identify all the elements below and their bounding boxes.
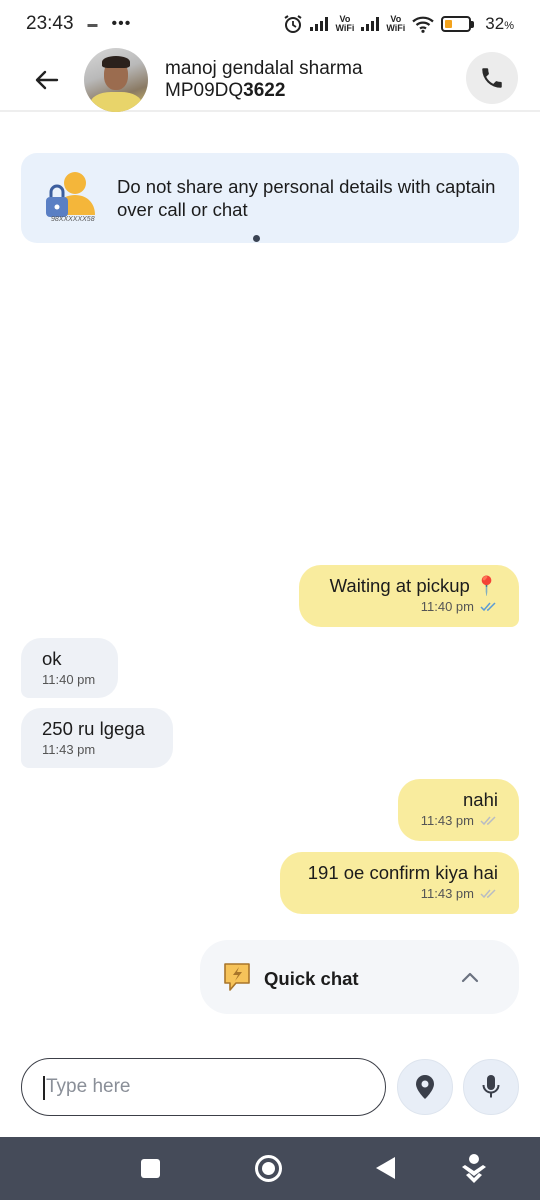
sent-double-tick-icon xyxy=(480,888,496,898)
chat-header: manoj gendalal sharma MP09DQ3622 xyxy=(0,48,540,112)
location-pin-icon xyxy=(416,1075,434,1099)
notification-icon: ▬ xyxy=(87,18,98,30)
banner-page-indicator xyxy=(253,235,260,242)
message-time: 11:40 pm xyxy=(420,599,474,614)
message-time: 11:43 pm xyxy=(42,742,96,757)
message-time: 11:43 pm xyxy=(420,813,474,828)
back-button[interactable] xyxy=(30,64,64,96)
quick-chat-label: Quick chat xyxy=(264,968,359,989)
message-input[interactable] xyxy=(46,1059,366,1115)
quick-chat-toggle[interactable]: Quick chat xyxy=(200,940,519,1014)
message-text: ok xyxy=(42,648,62,669)
message-text: nahi xyxy=(463,789,498,810)
recents-button[interactable] xyxy=(141,1159,160,1178)
sent-double-tick-icon xyxy=(480,815,496,825)
vehicle-number: MP09DQ3622 xyxy=(165,80,286,101)
microphone-icon xyxy=(482,1075,500,1098)
message-text: Waiting at pickup 📍 xyxy=(329,575,498,596)
status-left: 23:43 ▬ ••• xyxy=(26,13,131,35)
voice-message-button[interactable] xyxy=(463,1059,519,1115)
assistant-icon[interactable] xyxy=(460,1153,488,1185)
vowifi-2-icon: Vo WiFi xyxy=(386,14,406,33)
masked-number: 98XXXXXX58 xyxy=(51,216,95,223)
read-double-tick-icon xyxy=(480,601,496,611)
system-back-button[interactable] xyxy=(376,1157,395,1179)
message-time: 11:40 pm xyxy=(42,672,96,687)
message-text: 250 ru lgega xyxy=(42,718,145,739)
message-bubble-outgoing[interactable]: 191 oe confirm kiya hai 11:43 pm xyxy=(280,852,519,914)
status-bar: 23:43 ▬ ••• Vo WiFi Vo WiFi 32% xyxy=(0,0,540,48)
status-time: 23:43 xyxy=(26,13,74,34)
message-input-box[interactable] xyxy=(21,1058,386,1116)
signal-2-icon xyxy=(361,17,380,31)
message-bubble-incoming[interactable]: 250 ru lgega 11:43 pm xyxy=(21,708,173,768)
call-button[interactable] xyxy=(466,52,518,104)
alarm-icon xyxy=(284,15,303,33)
driver-avatar xyxy=(84,48,148,112)
message-text: 191 oe confirm kiya hai xyxy=(307,862,498,883)
battery-icon xyxy=(441,16,475,32)
text-caret xyxy=(43,1076,45,1100)
system-nav-bar xyxy=(0,1137,540,1200)
message-bubble-outgoing[interactable]: nahi 11:43 pm xyxy=(398,779,519,841)
signal-1-icon xyxy=(310,17,329,31)
wifi-icon xyxy=(412,16,435,33)
message-time: 11:43 pm xyxy=(420,886,474,901)
message-bubble-outgoing[interactable]: Waiting at pickup 📍 11:40 pm xyxy=(299,565,519,627)
arrow-left-icon xyxy=(35,70,59,90)
lightning-chat-icon xyxy=(224,963,250,991)
share-location-button[interactable] xyxy=(397,1059,453,1115)
vowifi-1-icon: Vo WiFi xyxy=(335,14,355,33)
more-notifications-icon: ••• xyxy=(111,15,132,32)
phone-icon xyxy=(482,68,502,88)
status-right: Vo WiFi Vo WiFi 32% xyxy=(283,14,514,34)
battery-percent: 32% xyxy=(485,14,514,33)
driver-name: manoj gendalal sharma xyxy=(165,58,363,79)
safety-text: Do not share any personal details with c… xyxy=(117,176,496,220)
safety-banner: 98XXXXXX58 Do not share any personal det… xyxy=(21,153,519,243)
chevron-up-icon xyxy=(461,972,479,983)
home-button[interactable] xyxy=(255,1155,282,1182)
message-bubble-incoming[interactable]: ok 11:40 pm xyxy=(21,638,118,698)
